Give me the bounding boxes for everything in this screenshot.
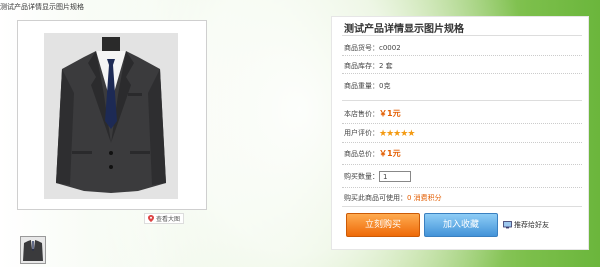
monitor-icon — [503, 221, 512, 229]
divider — [342, 123, 582, 124]
divider — [342, 100, 582, 101]
weight-label: 商品重量： — [344, 82, 379, 90]
recommend-to-friend-link[interactable]: 推荐给好友 — [503, 220, 549, 230]
sku-value: c0002 — [379, 44, 401, 52]
divider — [342, 206, 582, 207]
buy-now-button[interactable]: 立刻购买 — [346, 213, 420, 237]
suit-thumbnail — [21, 237, 45, 263]
price-row: 本店售价：￥1元 — [344, 108, 401, 119]
view-large-image-link[interactable]: 查看大图 — [144, 213, 185, 224]
points-row: 购买此商品可使用：0 消费积分 — [344, 193, 442, 203]
view-large-image-label: 查看大图 — [156, 216, 181, 223]
suit-image — [56, 37, 166, 193]
total-row: 商品总价：￥1元 — [344, 148, 401, 159]
total-value: ￥1元 — [379, 149, 401, 158]
thumbnail-image[interactable] — [20, 236, 46, 264]
price-label: 本店售价： — [344, 110, 379, 118]
product-info-panel: 测试产品详情显示图片规格 商品货号：c0002 商品库存：2 套 商品重量：0克… — [331, 16, 589, 250]
stock-label: 商品库存： — [344, 62, 379, 70]
stock-value: 2 套 — [379, 62, 393, 70]
price-value: ￥1元 — [379, 109, 401, 118]
points-value: 0 消费积分 — [407, 194, 442, 202]
weight-row: 商品重量：0克 — [344, 81, 390, 91]
product-image[interactable] — [44, 33, 178, 199]
points-label: 购买此商品可使用： — [344, 194, 407, 202]
page-title: 测试产品详情显示图片规格 — [0, 3, 84, 11]
sku-row: 商品货号：c0002 — [344, 43, 401, 53]
recommend-label: 推荐给好友 — [514, 221, 549, 229]
divider — [342, 164, 582, 165]
quantity-row: 购买数量： 1 — [344, 171, 411, 182]
product-title: 测试产品详情显示图片规格 — [344, 24, 464, 35]
total-label: 商品总价： — [344, 150, 379, 158]
star-icon: ★ — [407, 129, 415, 139]
sku-label: 商品货号： — [344, 44, 379, 52]
add-to-favorites-button[interactable]: 加入收藏 — [424, 213, 498, 237]
product-image-frame[interactable] — [17, 20, 207, 210]
weight-value: 0克 — [379, 82, 391, 90]
divider — [342, 55, 582, 56]
divider — [342, 35, 582, 36]
divider — [342, 142, 582, 143]
rating-label: 用户评价： — [344, 129, 379, 137]
quantity-label: 购买数量： — [344, 172, 379, 181]
stock-row: 商品库存：2 套 — [344, 61, 393, 71]
quantity-input[interactable]: 1 — [379, 171, 411, 182]
divider — [342, 187, 582, 188]
rating-stars: ★★★★★ — [379, 129, 415, 139]
divider — [342, 73, 582, 74]
rating-row: 用户评价：★★★★★ — [344, 128, 415, 139]
location-pin-icon — [148, 215, 154, 222]
